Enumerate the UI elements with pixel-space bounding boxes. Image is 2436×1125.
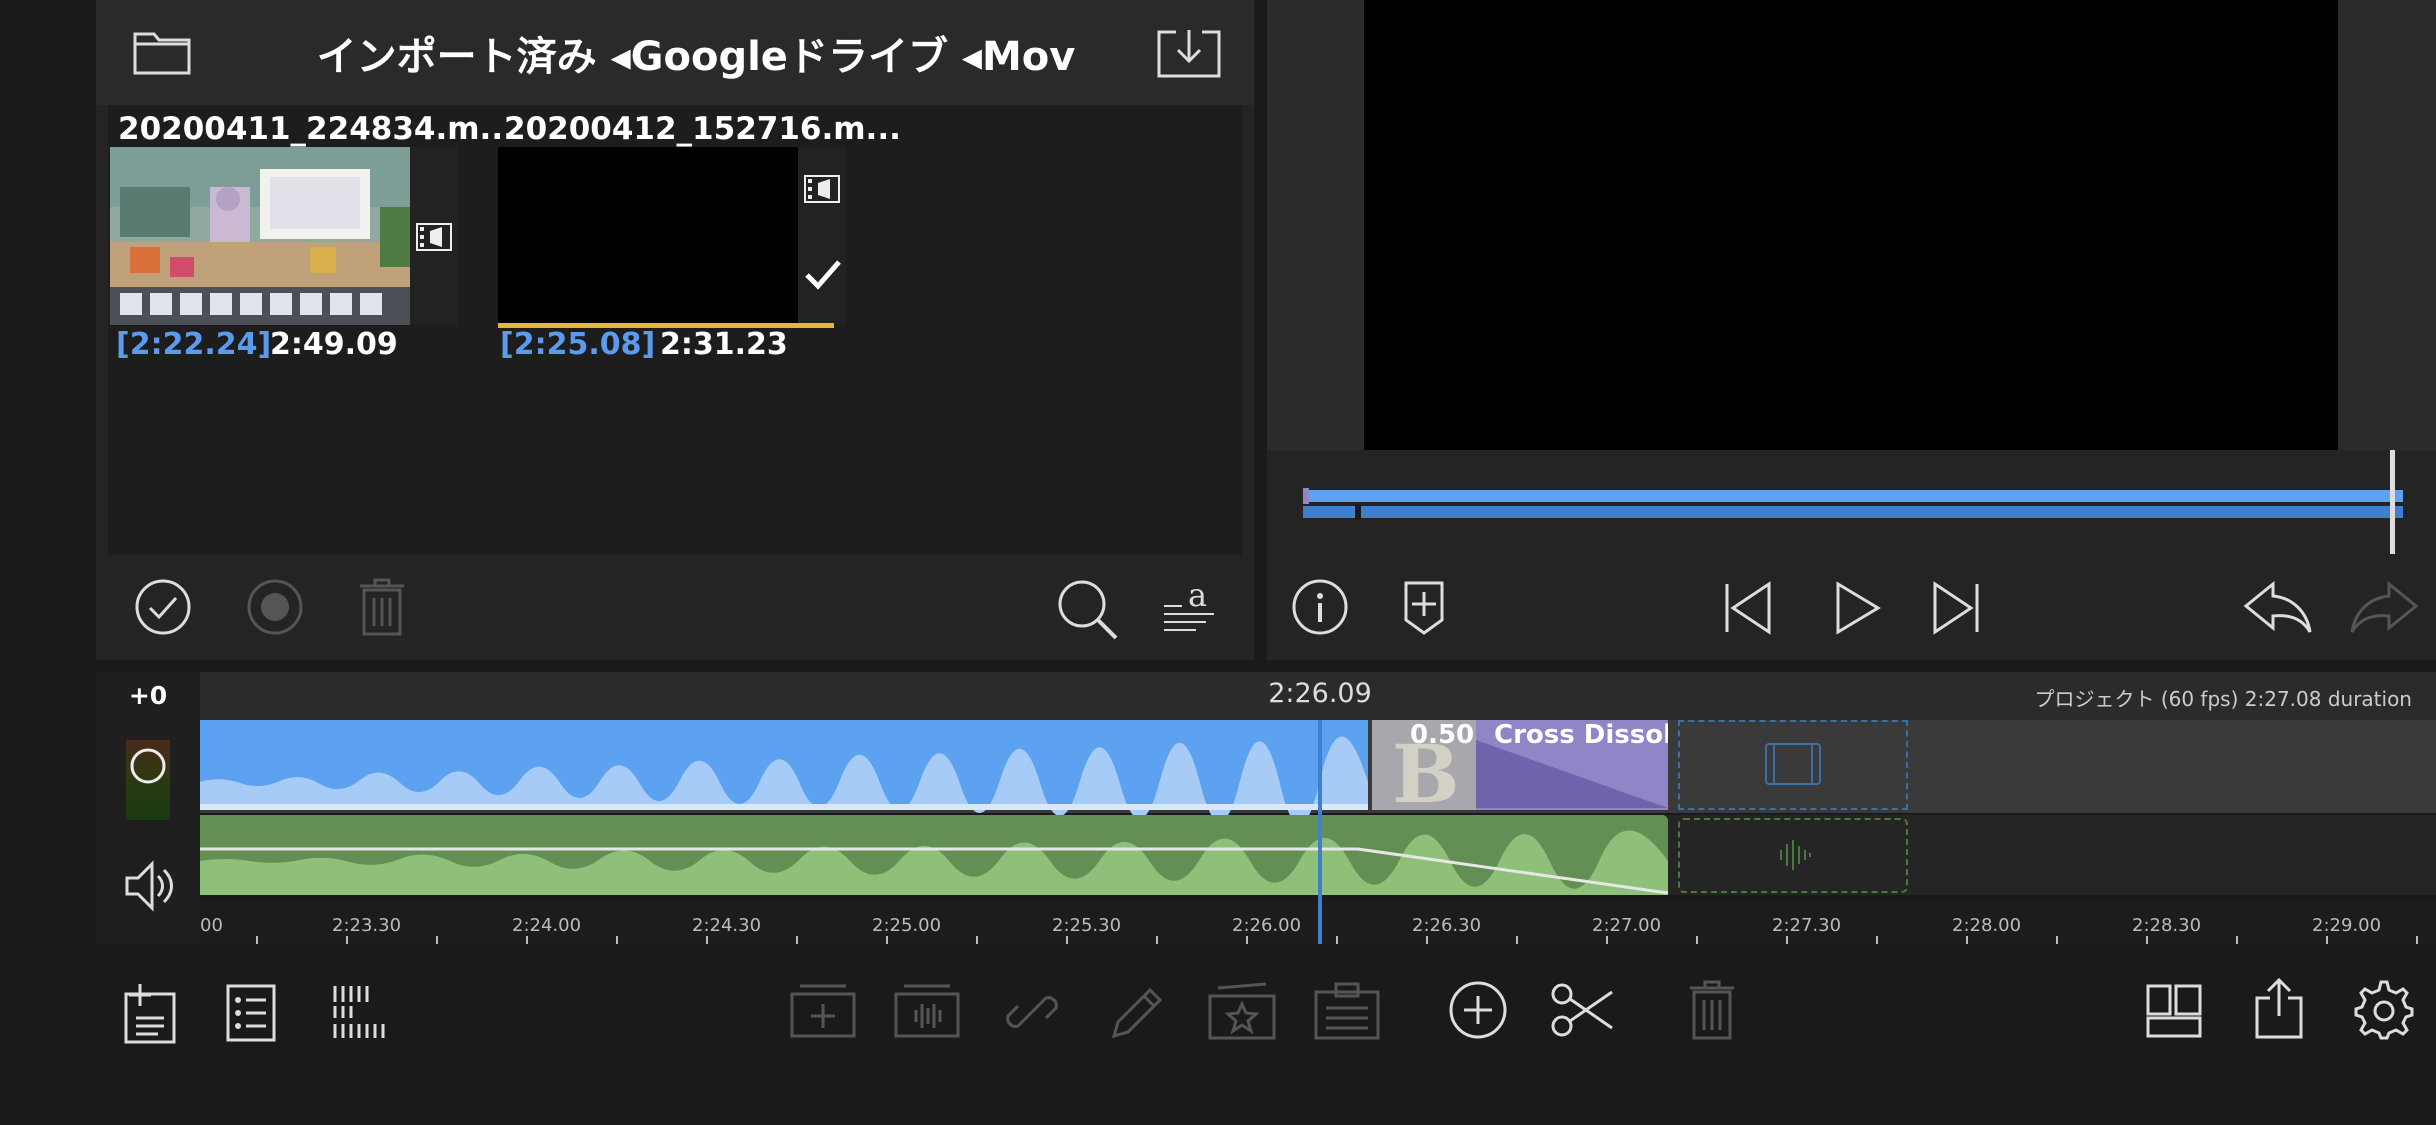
clip-item[interactable]: 20200412_152716.m... [2:25.08] 2:31.23 [498,105,901,375]
speaker-icon[interactable] [124,858,174,914]
layout-icon[interactable] [2146,984,2202,1038]
ruler-label: 2:24.00 [512,915,582,936]
ruler-label: 2:26.30 [1412,915,1482,936]
clip-thumbnail [498,147,798,325]
clip-side-strip [410,147,458,325]
viewer-screen[interactable] [1364,0,2338,450]
ruler-label: 2:25.30 [1052,915,1122,936]
timeline-video-clip[interactable] [200,720,1368,826]
project-info[interactable]: プロジェクト (60 fps) 2:27.08 duration [1900,683,2412,712]
clip-name: 20200412_152716.m... [504,111,901,147]
clip-side-strip [798,147,846,325]
redo-icon[interactable] [2349,580,2419,634]
ruler-label: 2:27.30 [1772,915,1842,936]
timeline-audio-clip[interactable] [200,815,1669,895]
settings-icon[interactable] [2354,980,2414,1040]
list-icon[interactable] [226,984,276,1042]
audio-overlay-icon[interactable] [894,982,960,1038]
import-download-icon[interactable] [1156,28,1222,80]
ruler-label: 2:24.30 [692,915,762,936]
waveform-grid-icon[interactable] [332,984,386,1040]
add-title-icon[interactable] [124,982,176,1044]
play-icon[interactable] [1835,581,1881,635]
clip-duration: 2:49.09 [270,327,398,362]
checkmark-circle-icon[interactable] [134,578,192,636]
scrub-marker [1355,504,1361,520]
favorite-icon[interactable] [1208,982,1276,1040]
clip-name: 20200411_224834.m... [118,111,515,147]
clip-item[interactable]: 20200411_224834.m... [2:22.24] 2:49.09 [110,105,515,375]
ruler-label: 2:28.30 [2132,915,2202,936]
empty-audio-slot[interactable] [1678,818,1908,893]
timeline-track-headers [96,672,200,944]
skip-forward-icon[interactable] [1931,581,1981,635]
clip-thumbnail [110,147,410,325]
info-icon[interactable] [1291,578,1349,636]
ruler-label: 2:23.30 [332,915,402,936]
trash-icon[interactable] [358,578,406,636]
waveform-icon [1778,838,1812,872]
add-icon[interactable] [1448,980,1508,1040]
viewer-controls [1267,450,2436,660]
browser-header: インポート済み ◂Googleドライブ ◂Mov [96,0,1254,105]
ruler-label: 2:26.00 [1232,915,1302,936]
transition-label: Cross Dissolve [1494,720,1668,750]
clip-duration: 2:31.23 [660,327,788,362]
undo-icon[interactable] [2243,580,2313,634]
timeline-offset: +0 [128,681,168,710]
ruler-label: 2:25.00 [872,915,942,936]
transition-duration: 0.50 [1410,720,1475,750]
link-icon[interactable] [1004,984,1060,1040]
clip-in-point: [2:22.24] [116,327,272,362]
scissors-icon[interactable] [1550,980,1616,1040]
film-audio-icon [804,175,840,203]
share-icon[interactable] [2254,977,2304,1040]
playhead-time: 2:26.09 [1268,678,1372,709]
scrub-track[interactable] [1303,490,2403,502]
scrub-start-marker [1303,488,1309,504]
scrub-playhead[interactable] [2390,450,2395,554]
browser-breadcrumb-title[interactable]: インポート済み ◂Googleドライブ ◂Mov [266,24,1126,82]
svg-text:a: a [1188,576,1207,614]
clip-list: 20200411_224834.m... [2:22.24] 2:49.09 2… [108,105,1242,555]
ruler-label: 2:28.00 [1952,915,2022,936]
search-icon[interactable] [1056,578,1118,640]
video-track-toggle-icon[interactable] [130,748,166,784]
add-overlay-icon[interactable] [790,982,856,1038]
ruler-label: 2:29.00 [2312,915,2382,936]
clipboard-icon[interactable] [1314,982,1380,1040]
ruler-label: 2:27.00 [1592,915,1662,936]
clip-in-point: [2:25.08] [500,327,656,362]
add-marker-icon[interactable] [1403,580,1445,636]
film-icon [1764,742,1822,786]
bottom-toolbar [0,944,2436,1125]
folder-icon[interactable] [132,26,192,76]
pen-icon[interactable] [1110,984,1166,1040]
trash-icon[interactable] [1688,980,1736,1040]
skip-back-icon[interactable] [1723,581,1773,635]
checkmark-icon [804,259,842,290]
empty-video-slot[interactable] [1678,720,1908,810]
transition-cross-dissolve[interactable]: B 0.50 Cross Dissolve [1372,720,1668,810]
record-circle-icon[interactable] [246,578,304,636]
media-browser-panel: インポート済み ◂Googleドライブ ◂Mov 20200411_224834… [96,0,1254,660]
timeline-playhead[interactable] [1318,720,1322,944]
scrub-track-secondary [1303,506,2403,518]
text-sort-icon[interactable]: a [1162,576,1218,636]
ruler-label: 00 [200,915,223,936]
film-audio-icon [416,223,452,251]
